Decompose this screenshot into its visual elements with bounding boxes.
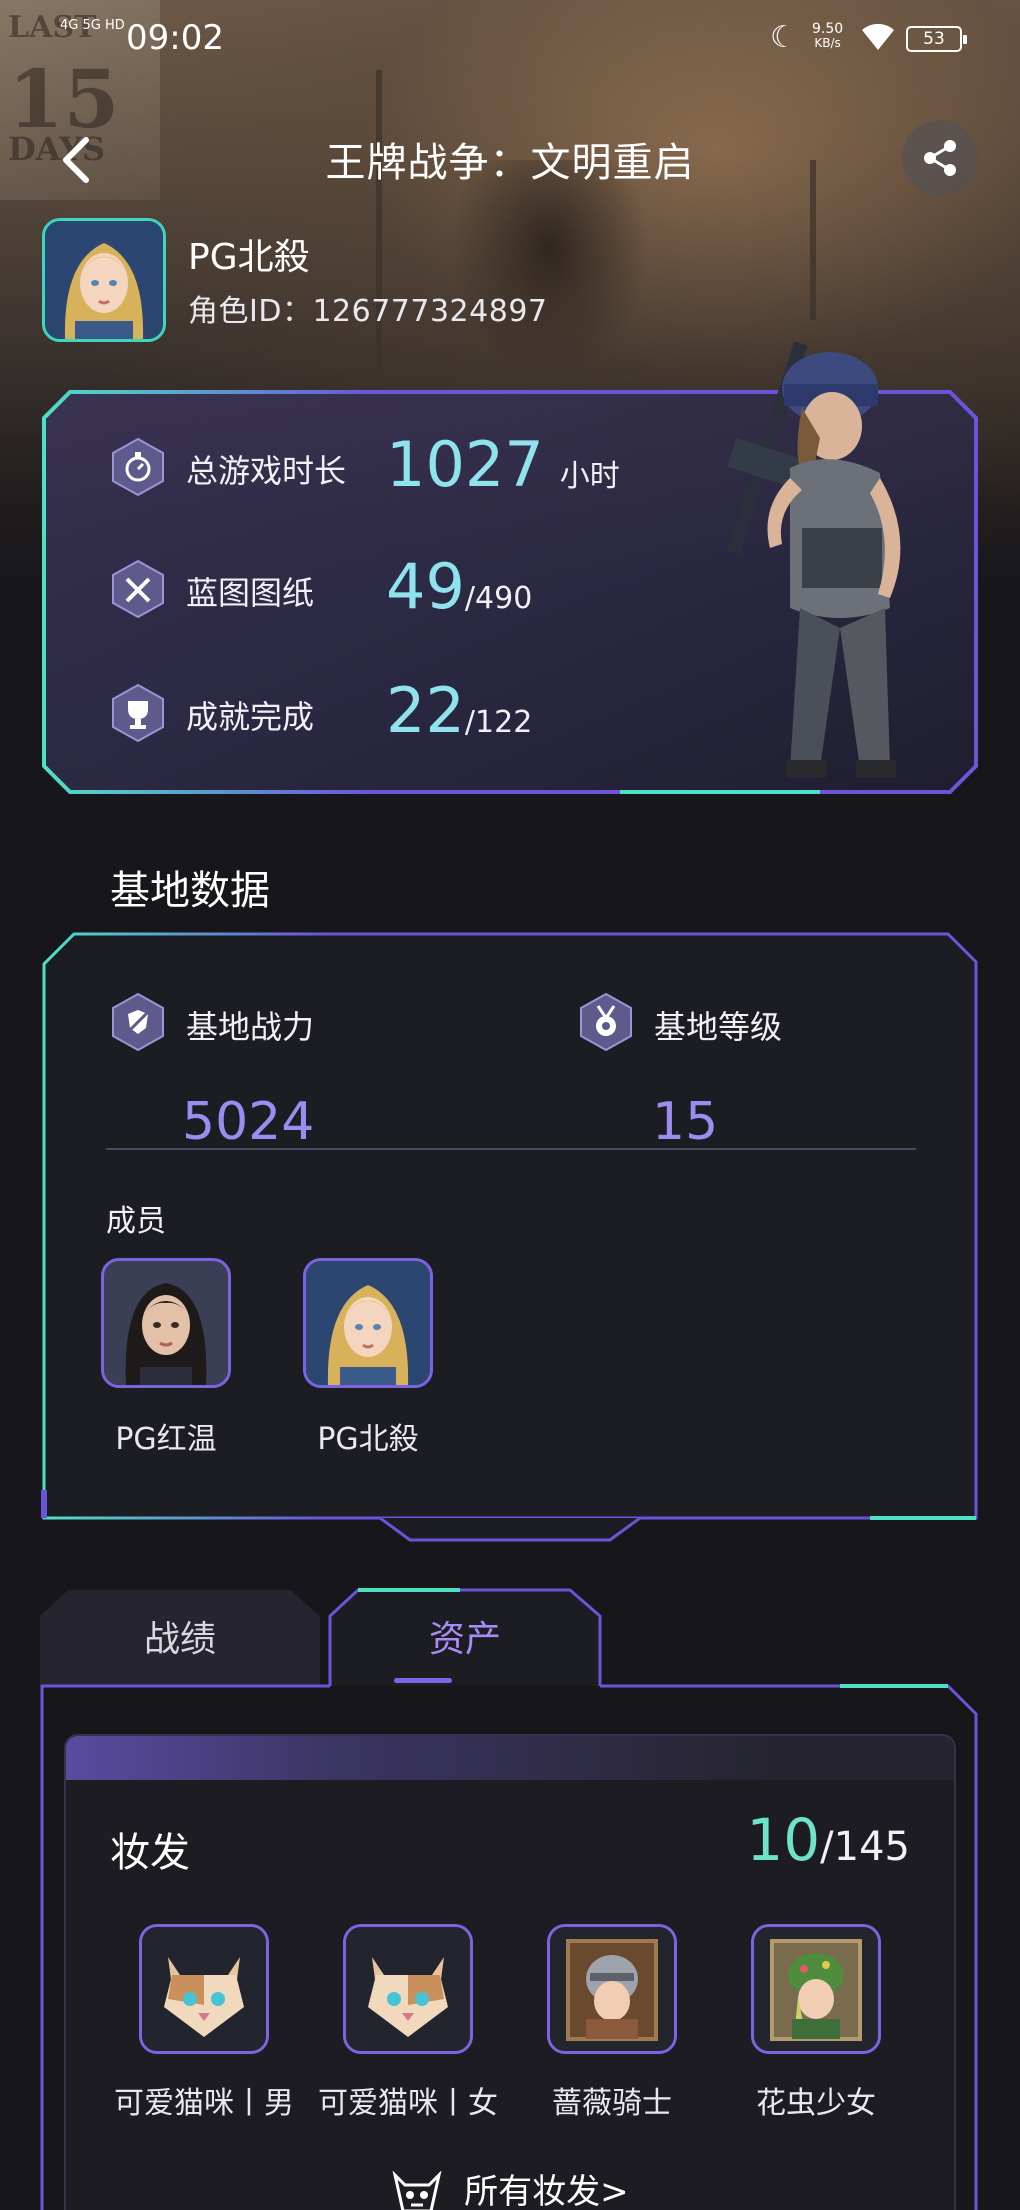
skin-item[interactable]: 蔷薇骑士 (512, 1924, 712, 2122)
blueprint-icon (112, 559, 164, 619)
cat-mask-icon (346, 1927, 470, 2051)
profile-name: PG北殺 (188, 237, 310, 278)
stat-number: 49 (386, 550, 465, 623)
assets-count-value: 10 (746, 1806, 821, 1874)
members-label: 成员 (106, 1204, 166, 1239)
stat-number: 1027 (386, 428, 544, 501)
network-speed: 9.50 KB/s (812, 22, 843, 50)
character-portrait (306, 1261, 430, 1385)
stopwatch-icon (112, 437, 164, 497)
wifi-icon (862, 23, 894, 50)
stat-label: 总游戏时长 (186, 452, 347, 490)
avatar[interactable] (42, 218, 166, 342)
skin-thumbnail (751, 1924, 881, 2054)
skin-name: 蔷薇骑士 (552, 2086, 672, 2121)
skin-name: 可爱猫咪丨女 (318, 2086, 498, 2121)
tab-label: 战绩 (143, 1619, 216, 1660)
battery-level: 53 (923, 29, 945, 49)
status-bar: 4G 5G HD 09:02 ☾ 9.50 KB/s 53 (0, 0, 1020, 80)
tab-records[interactable]: 战绩 (40, 1586, 320, 1686)
assets-title: 妆发 (110, 1830, 190, 1876)
base-power-label: 基地战力 (186, 1008, 315, 1046)
divider (106, 1148, 916, 1150)
all-skins-link[interactable]: 所有妆发> (0, 2164, 1020, 2210)
skin-name: 花虫少女 (756, 2086, 876, 2121)
network-speed-unit: KB/s (814, 36, 841, 50)
soldier-illustration (726, 341, 901, 778)
stats-panel: 总游戏时长 1027 小时 蓝图图纸 49/490 成就完成 22/122 (40, 341, 980, 796)
stat-value: 1027 小时 (386, 434, 620, 508)
base-power-value: 5024 (182, 1092, 315, 1152)
network-speed-value: 9.50 (812, 21, 844, 37)
member-item[interactable]: PG红温 (86, 1258, 246, 1458)
do-not-disturb-icon: ☾ (770, 20, 797, 55)
stat-label: 成就完成 (186, 698, 315, 736)
base-level-value: 15 (652, 1092, 719, 1152)
member-avatar (101, 1258, 231, 1388)
stat-unit: 小时 (559, 459, 620, 494)
battery-icon: 53 (906, 26, 967, 52)
base-panel: 基地战力 5024 基地等级 15 成员 PG红温 PG北殺 (40, 930, 980, 1550)
base-level-label: 基地等级 (654, 1008, 783, 1046)
medal-icon (580, 992, 632, 1052)
all-skins-label: 所有妆发> (464, 2172, 629, 2210)
skin-thumbnail (343, 1924, 473, 2054)
stat-total: /490 (464, 581, 533, 616)
assets-count: 10/145 (746, 1806, 910, 1874)
skin-thumbnail (139, 1924, 269, 2054)
share-button[interactable] (902, 120, 978, 196)
assets-count-total: /145 (820, 1824, 910, 1870)
section-title-base: 基地数据 (110, 868, 270, 914)
assets-card-header (66, 1736, 954, 1780)
stat-total: /122 (464, 705, 533, 740)
page-title: 王牌战争：文明重启 (325, 140, 695, 186)
cat-mask-icon (142, 1927, 266, 2051)
tab-label: 资产 (428, 1619, 501, 1660)
tab-assets[interactable]: 资产 (330, 1586, 600, 1686)
member-avatar (303, 1258, 433, 1388)
character-portrait (45, 221, 163, 339)
skin-item[interactable]: 可爱猫咪丨女 (308, 1924, 508, 2122)
profile-role-id: 角色ID：126777324897 (188, 294, 548, 329)
tab-bar: 战绩 资产 (40, 1586, 980, 1686)
stat-label: 蓝图图纸 (186, 574, 315, 612)
stat-number: 22 (386, 674, 465, 747)
stat-value: 49/490 (386, 556, 532, 630)
skull-icon (392, 2170, 442, 2210)
skin-item[interactable]: 花虫少女 (716, 1924, 916, 2122)
member-name: PG红温 (115, 1422, 217, 1457)
stat-value: 22/122 (386, 680, 532, 754)
member-name: PG北殺 (317, 1422, 419, 1457)
skin-thumbnail (547, 1924, 677, 2054)
knight-portrait (550, 1927, 674, 2051)
member-item[interactable]: PG北殺 (288, 1258, 448, 1458)
carrier-label: 4G 5G HD (60, 18, 125, 33)
skin-item[interactable]: 可爱猫咪丨男 (104, 1924, 304, 2122)
share-icon (924, 140, 956, 176)
clock: 09:02 (126, 18, 224, 58)
insect-girl-portrait (754, 1927, 878, 2051)
trophy-icon (112, 683, 164, 743)
background-figures (450, 160, 650, 380)
sword-shield-icon (112, 992, 164, 1052)
character-portrait (104, 1261, 228, 1385)
skin-name: 可爱猫咪丨男 (114, 2086, 294, 2121)
